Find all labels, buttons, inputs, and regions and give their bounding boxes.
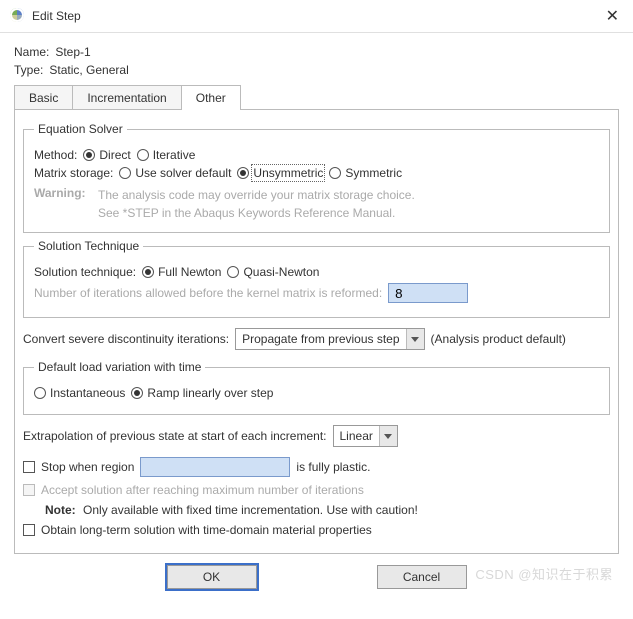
note-text: Only available with fixed time increment…: [83, 503, 418, 517]
quasi-newton-radio[interactable]: Quasi-Newton: [227, 265, 319, 279]
name-value: Step-1: [55, 45, 90, 59]
stop-region-prefix: Stop when region: [41, 460, 134, 474]
solution-technique-group: Solution Technique Solution technique: F…: [23, 239, 610, 318]
method-iterative-radio[interactable]: Iterative: [137, 148, 196, 162]
cancel-button[interactable]: Cancel: [377, 565, 467, 589]
chevron-down-icon: [406, 329, 424, 349]
accept-max-iter-label: Accept solution after reaching maximum n…: [41, 483, 364, 497]
stop-region-suffix: is fully plastic.: [296, 460, 370, 474]
radio-icon: [329, 167, 341, 179]
radio-icon: [34, 387, 46, 399]
tab-other[interactable]: Other: [181, 85, 241, 110]
type-value: Static, General: [49, 63, 128, 77]
extrapolation-selected: Linear: [334, 429, 379, 443]
name-label: Name:: [14, 45, 49, 59]
tab-incrementation[interactable]: Incrementation: [72, 85, 181, 110]
obtain-longterm-checkbox[interactable]: [23, 524, 35, 536]
stop-region-checkbox[interactable]: [23, 461, 35, 473]
instantaneous-radio[interactable]: Instantaneous: [34, 386, 125, 400]
convert-select[interactable]: Propagate from previous step: [235, 328, 424, 350]
convert-label: Convert severe discontinuity iterations:: [23, 332, 229, 346]
radio-icon: [131, 387, 143, 399]
note-label: Note:: [45, 503, 76, 517]
storage-symmetric-radio[interactable]: Symmetric: [329, 166, 402, 180]
storage-default-radio[interactable]: Use solver default: [119, 166, 231, 180]
extrapolation-select[interactable]: Linear: [333, 425, 398, 447]
tab-panel-other: Equation Solver Method: Direct Iterative…: [14, 109, 619, 554]
full-newton-radio[interactable]: Full Newton: [142, 265, 221, 279]
type-label: Type:: [14, 63, 43, 77]
app-icon: [10, 8, 26, 24]
equation-solver-legend: Equation Solver: [34, 122, 127, 136]
warning-label: Warning:: [34, 186, 90, 222]
load-variation-group: Default load variation with time Instant…: [23, 360, 610, 415]
storage-label: Matrix storage:: [34, 166, 113, 180]
stop-region-input[interactable]: [140, 457, 290, 477]
radio-icon: [137, 149, 149, 161]
radio-icon: [227, 266, 239, 278]
extrapolation-label: Extrapolation of previous state at start…: [23, 429, 327, 443]
warning-text: The analysis code may override your matr…: [98, 186, 415, 222]
method-direct-radio[interactable]: Direct: [83, 148, 130, 162]
solution-technique-legend: Solution Technique: [34, 239, 143, 253]
radio-icon: [83, 149, 95, 161]
iterations-input[interactable]: [388, 283, 468, 303]
convert-selected: Propagate from previous step: [236, 332, 405, 346]
ramp-radio[interactable]: Ramp linearly over step: [131, 386, 273, 400]
ok-button[interactable]: OK: [167, 565, 257, 589]
radio-icon: [142, 266, 154, 278]
method-label: Method:: [34, 148, 77, 162]
load-variation-legend: Default load variation with time: [34, 360, 205, 374]
equation-solver-group: Equation Solver Method: Direct Iterative…: [23, 122, 610, 233]
radio-icon: [237, 167, 249, 179]
titlebar: Edit Step ✕: [0, 0, 633, 33]
tabs: Basic Incrementation Other: [14, 85, 619, 110]
chevron-down-icon: [379, 426, 397, 446]
obtain-longterm-label: Obtain long-term solution with time-doma…: [41, 523, 372, 537]
convert-suffix: (Analysis product default): [431, 332, 566, 346]
window-title: Edit Step: [32, 9, 81, 23]
radio-icon: [119, 167, 131, 179]
technique-label: Solution technique:: [34, 265, 136, 279]
close-icon[interactable]: ✕: [602, 6, 623, 26]
iterations-label: Number of iterations allowed before the …: [34, 286, 382, 300]
tab-basic[interactable]: Basic: [14, 85, 73, 110]
storage-unsymmetric-radio[interactable]: Unsymmetric: [237, 166, 323, 180]
accept-max-iter-checkbox: [23, 484, 35, 496]
